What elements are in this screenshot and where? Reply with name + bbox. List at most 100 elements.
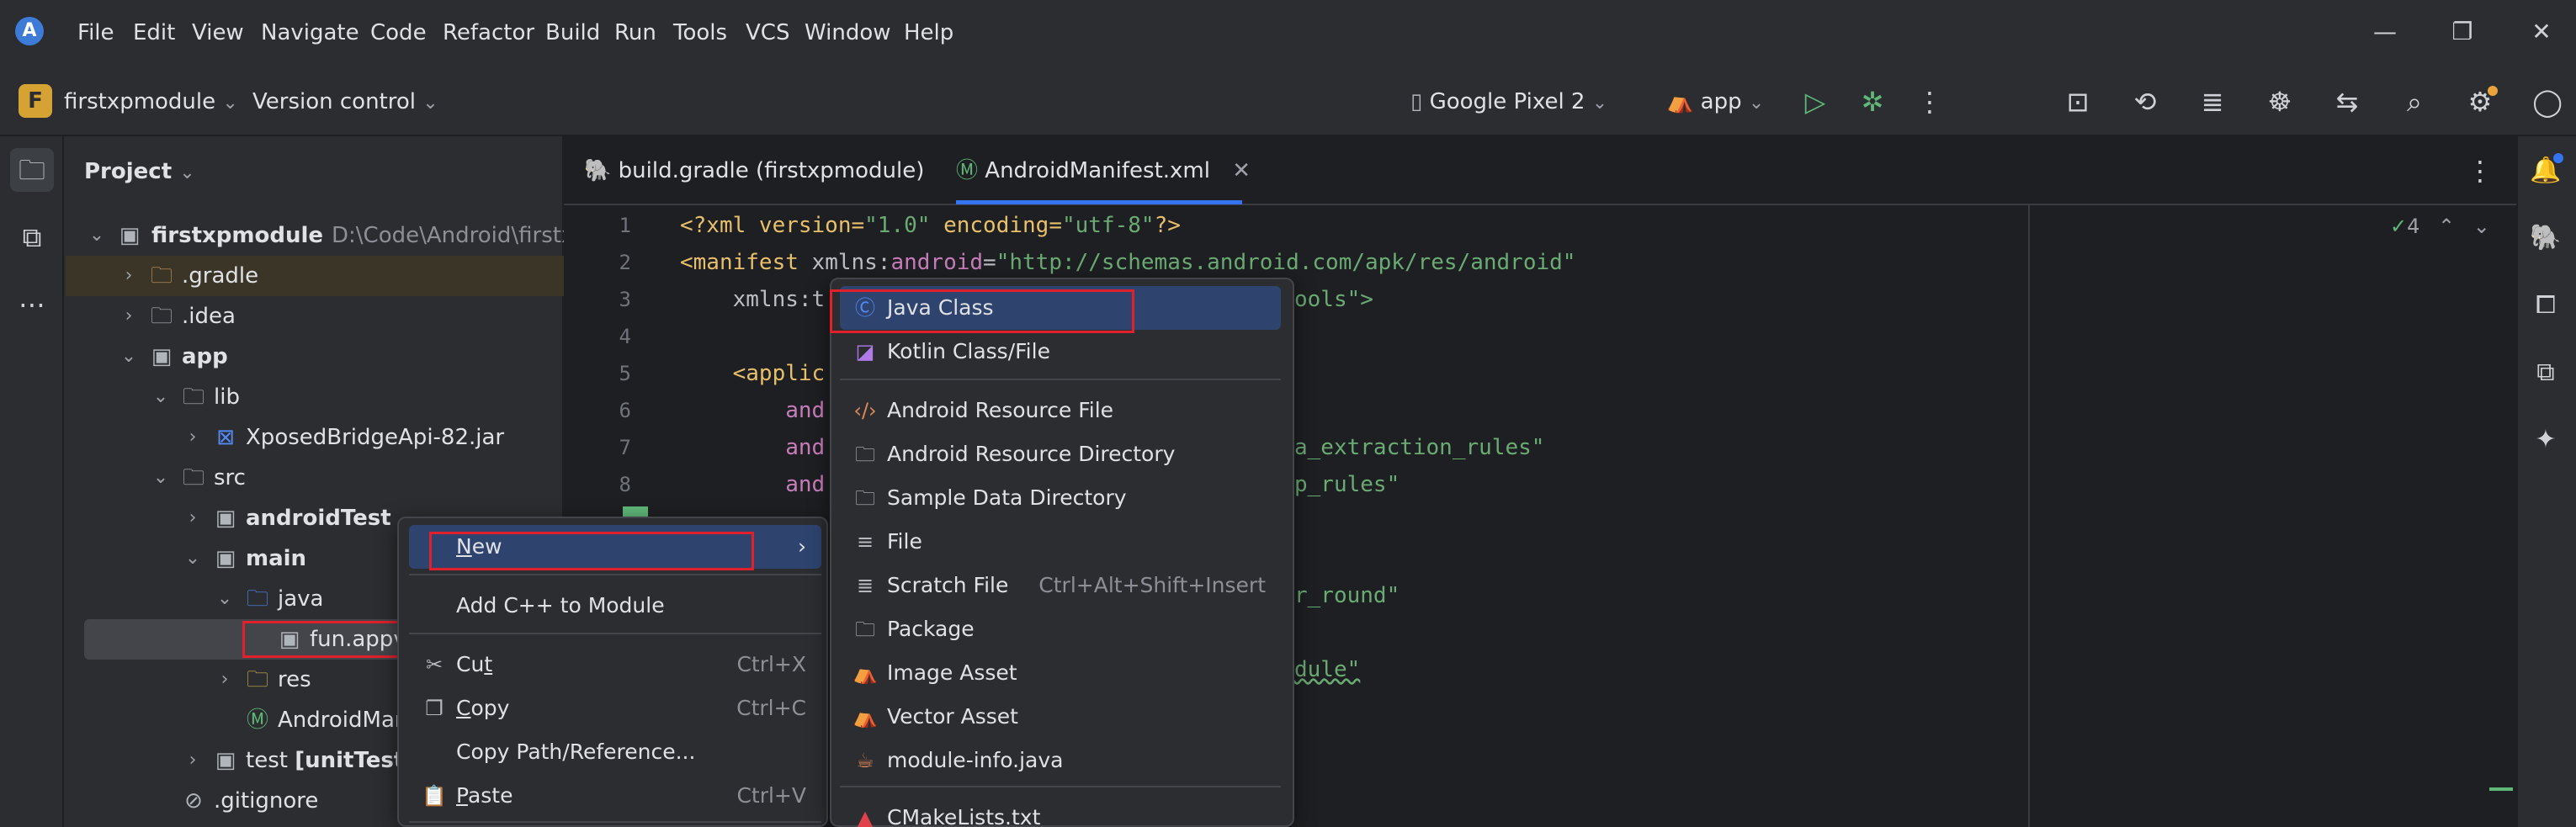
tree-row-lib[interactable]: ⌄ 🗀 lib — [66, 377, 564, 417]
submenu-cmakelists[interactable]: ▲ CMakeLists.txt — [840, 796, 1281, 827]
running-devices-icon[interactable]: ⧉ — [2525, 352, 2567, 394]
code-line-7-tail[interactable]: a_extraction_rules" — [1294, 429, 1544, 466]
menu-refactor[interactable]: Refactor — [443, 17, 534, 49]
context-menu-cut[interactable]: ✂ Cut Ctrl+X — [409, 643, 821, 687]
menu-code[interactable]: Code — [370, 17, 427, 49]
expand-arrow-icon[interactable]: › — [212, 660, 237, 700]
code-line-7[interactable]: and — [680, 429, 825, 466]
expand-arrow-icon[interactable]: › — [116, 256, 141, 296]
close-icon[interactable]: ✕ — [2523, 15, 2560, 49]
expand-arrow-icon[interactable]: ⌄ — [116, 337, 141, 377]
menu-build[interactable]: Build — [545, 17, 600, 49]
code-line-8-tail[interactable]: p_rules" — [1294, 466, 1400, 503]
expand-arrow-icon[interactable]: › — [180, 498, 205, 538]
submenu-package[interactable]: 🗀 Package — [840, 607, 1281, 651]
android-icon: ⛺ — [852, 661, 878, 685]
shortcut-label: Ctrl+Alt+Shift+Insert — [1038, 573, 1266, 597]
device-selector[interactable]: ▯ Google Pixel 2 ⌄ — [1410, 85, 1607, 119]
menu-edit[interactable]: Edit — [133, 17, 175, 49]
context-menu-paste[interactable]: 📋 Paste Ctrl+V — [409, 774, 821, 818]
code-line-1[interactable]: <?xml version="1.0" encoding="utf-8"?> — [680, 207, 1181, 244]
expand-arrow-icon[interactable]: ⌄ — [148, 458, 173, 498]
more-tools-icon[interactable]: ⋯ — [10, 283, 54, 326]
code-line-8[interactable]: and — [680, 466, 825, 503]
search-icon[interactable]: ⌕ — [2395, 82, 2434, 121]
expand-arrow-icon[interactable]: › — [180, 417, 205, 458]
tree-row-src[interactable]: ⌄ 🗀 src — [66, 458, 564, 498]
expand-arrow-icon[interactable]: › — [180, 740, 205, 781]
close-tab-icon[interactable]: ✕ — [1232, 158, 1251, 183]
logcat-icon[interactable]: ≣ — [2193, 82, 2232, 121]
submenu-android-resource-file[interactable]: ‹/› Android Resource File — [840, 389, 1281, 432]
ai-assistant-icon[interactable]: ✦ — [2525, 419, 2567, 461]
menu-item-label: Kotlin Class/File — [887, 339, 1050, 363]
tree-row-idea[interactable]: › 🗀 .idea — [66, 296, 564, 337]
device-manager-icon[interactable]: ⊡ — [2058, 82, 2097, 121]
android-studio-icon[interactable]: A — [15, 17, 44, 45]
structure-icon[interactable]: ⧉ — [10, 215, 54, 259]
expand-arrow-icon[interactable]: ⌄ — [84, 215, 109, 256]
gradle-icon[interactable]: 🐘 — [2525, 217, 2567, 259]
context-menu-copy[interactable]: ❐ Copy Ctrl+C — [409, 687, 821, 730]
tree-row-root[interactable]: ⌄ ▣ firstxpmodule D:\Code\Android\firstxp… — [66, 215, 623, 256]
run-config-selector[interactable]: ⛺ app ⌄ — [1666, 85, 1764, 119]
code-line-11-tail[interactable]: r_round" — [1294, 577, 1400, 614]
submenu-sample-data-directory[interactable]: 🗀 Sample Data Directory — [840, 476, 1281, 520]
chevron-down-icon[interactable]: ⌄ — [2473, 215, 2490, 238]
tab-build-gradle[interactable]: 🐘 build.gradle (firstxpmodule) — [584, 150, 924, 192]
code-line-6[interactable]: and — [680, 392, 825, 429]
code-line-5[interactable]: <applic — [680, 355, 826, 392]
tree-row-app[interactable]: ⌄ ▣ app — [66, 337, 564, 377]
submenu-android-resource-directory[interactable]: 🗀 Android Resource Directory — [840, 432, 1281, 476]
restore-icon[interactable]: ❐ — [2444, 15, 2481, 49]
submenu-scratch-file[interactable]: ≣ Scratch File Ctrl+Alt+Shift+Insert — [840, 564, 1281, 607]
inspection-widget[interactable]: ✓4 ⌃ ⌄ — [2390, 212, 2490, 241]
tab-android-manifest[interactable]: Ⓜ AndroidManifest.xml ✕ — [956, 150, 1251, 192]
submenu-kotlin-class[interactable]: ◪ Kotlin Class/File — [840, 330, 1281, 374]
menu-navigate[interactable]: Navigate — [261, 17, 359, 49]
minimize-icon[interactable]: — — [2366, 15, 2403, 49]
context-menu-add-cpp[interactable]: Add C++ to Module — [409, 584, 821, 628]
project-panel-title[interactable]: Project ⌄ — [84, 155, 195, 190]
code-line-13-tail[interactable]: dule" — [1294, 651, 1360, 688]
android-icon: ⛺ — [1666, 89, 1694, 114]
expand-arrow-icon[interactable]: ⌄ — [212, 579, 237, 619]
code-line-2[interactable]: <manifest xmlns:android="http://schemas.… — [680, 244, 1575, 281]
code-line-3-tail[interactable]: ools"> — [1294, 281, 1373, 318]
expand-arrow-icon[interactable]: ⌄ — [148, 377, 173, 417]
submenu-file[interactable]: ≡ File — [840, 520, 1281, 564]
expand-arrow-icon[interactable]: ⌄ — [180, 538, 205, 579]
submenu-image-asset[interactable]: ⛺ Image Asset — [840, 651, 1281, 695]
bug-icon[interactable]: ☸ — [2260, 82, 2299, 121]
debug-icon[interactable]: ✲ — [1853, 82, 1892, 121]
context-menu-copy-path[interactable]: Copy Path/Reference... — [409, 730, 821, 774]
run-icon[interactable]: ▷ — [1796, 82, 1835, 121]
translate-icon[interactable]: ⟲ — [2126, 82, 2164, 121]
code-line-3[interactable]: xmlns:t — [680, 281, 826, 318]
menu-view[interactable]: View — [192, 17, 244, 49]
gitignore-icon: ⊘ — [184, 788, 203, 814]
submenu-vector-asset[interactable]: ⛺ Vector Asset — [840, 695, 1281, 739]
menu-help[interactable]: Help — [904, 17, 953, 49]
cmake-icon: ▲ — [857, 806, 874, 827]
expand-arrow-icon[interactable]: › — [116, 296, 141, 337]
menu-run[interactable]: Run — [614, 17, 656, 49]
device-explorer-icon[interactable]: ⧠ — [2525, 284, 2567, 326]
more-actions-icon[interactable]: ⋮ — [1910, 82, 1949, 121]
chevron-up-icon[interactable]: ⌃ — [2438, 215, 2455, 238]
project-folder-icon[interactable]: 🗀 — [10, 148, 54, 192]
tree-row-gradle[interactable]: › 🗀 .gradle — [66, 256, 564, 296]
mnemonic: C — [456, 696, 471, 720]
version-control-menu[interactable]: Version control ⌄ — [252, 85, 438, 119]
shortcut-label: Ctrl+V — [736, 783, 806, 808]
editor-more-icon[interactable]: ⋮ — [2461, 151, 2499, 190]
menu-file[interactable]: File — [77, 17, 114, 49]
menu-window[interactable]: Window — [805, 17, 891, 49]
sync-gradle-icon[interactable]: ⇆ — [2328, 82, 2366, 121]
project-selector[interactable]: firstxpmodule ⌄ — [64, 85, 238, 119]
menu-tools[interactable]: Tools — [673, 17, 727, 49]
submenu-module-info[interactable]: ☕ module-info.java — [840, 739, 1281, 782]
menu-vcs[interactable]: VCS — [746, 17, 789, 49]
tree-row-jar[interactable]: › ⊠ XposedBridgeApi-82.jar — [66, 417, 564, 458]
account-icon[interactable]: ◯ — [2528, 82, 2567, 121]
